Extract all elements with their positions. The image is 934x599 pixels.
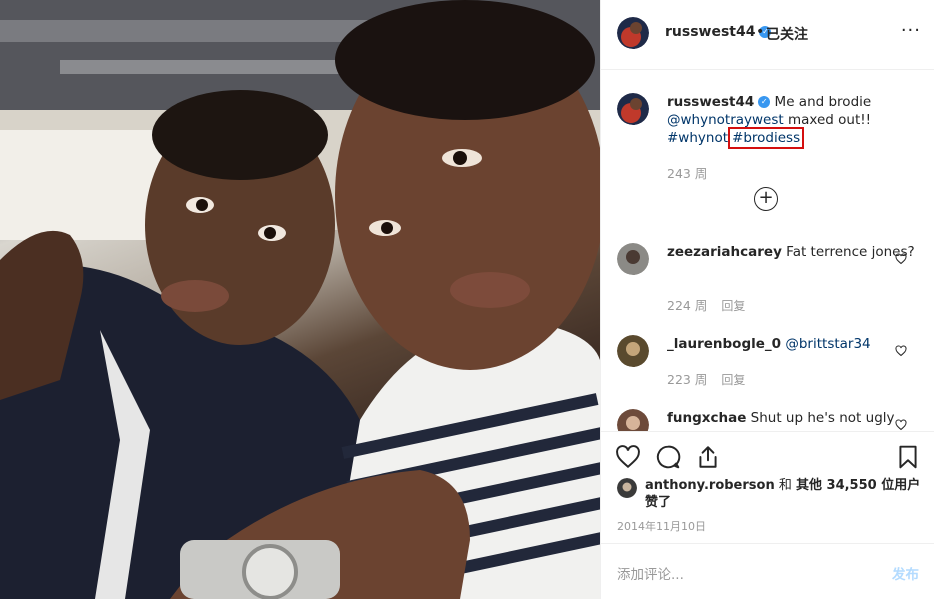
comment-1: zeezariahcarey Fat terrence jones? [667,243,917,261]
commenter-avatar[interactable] [617,243,649,275]
post-panel: russwest44 ✓ • 已关注 ··· russwest44 ✓ Me and… [600,0,934,599]
bookmark-icon[interactable] [895,444,921,470]
load-more-comments-button[interactable]: + [754,187,778,211]
comment-input[interactable]: 添加评论... [617,563,684,583]
separator-dot: • [756,24,765,40]
comments-area[interactable]: russwest44 ✓ Me and brodie @whynotraywest… [601,71,934,431]
comment-3: fungxchae Shut up he's not ugly [667,409,917,427]
comment-meta: 223 周回复 [667,369,745,388]
like-comment-heart-icon[interactable] [895,253,907,265]
caption-avatar[interactable] [617,93,649,125]
comment-username[interactable]: _laurenbogle_0 [667,336,781,352]
comment-meta: 224 周回复 [667,295,745,314]
caption-username[interactable]: russwest44 [667,94,754,110]
likes-summary: anthony.roberson 和 其他 34,550 位用户 赞了 [645,477,925,511]
caption: russwest44 ✓ Me and brodie @whynotraywest… [667,93,917,149]
commenter-avatar[interactable] [617,409,649,431]
post-header: russwest44 ✓ • 已关注 ··· [601,0,934,70]
comment-mention[interactable]: @brittstar34 [785,336,870,352]
reply-button[interactable]: 回复 [721,373,745,387]
comment-username[interactable]: zeezariahcarey [667,244,782,260]
selfie-image [0,0,600,599]
post-actions: anthony.roberson 和 其他 34,550 位用户 赞了 2014… [601,431,934,543]
avatar-image [617,478,637,498]
heart-icon[interactable] [615,444,641,470]
likes-others[interactable]: 其他 34,550 位用户 [796,478,920,493]
reply-button[interactable]: 回复 [721,299,745,313]
verified-icon: ✓ [758,96,771,108]
comment-text: Shut up he's not ugly [750,410,895,426]
hashtag-whynot[interactable]: #whynot [667,130,728,146]
more-icon[interactable]: ··· [901,20,921,41]
following-button[interactable]: 已关注 [766,24,808,44]
liker-username[interactable]: anthony.roberson [645,478,775,493]
hashtag-brodiess[interactable]: #brodiess [728,127,805,149]
avatar-image [617,335,649,367]
comment-icon[interactable] [655,444,681,470]
avatar-image [617,409,649,431]
comment-time: 224 周 [667,298,708,313]
avatar-image [617,93,649,125]
caption-time: 243 周 [667,166,708,181]
caption-mention[interactable]: @whynotraywest [667,112,784,128]
likes-liked: 赞了 [645,495,672,510]
avatar-image [617,17,649,49]
post-date: 2014年11月10日 [617,520,706,533]
caption-text: Me and brodie [774,94,872,110]
liker-avatar[interactable] [617,478,637,498]
like-comment-heart-icon[interactable] [895,419,907,431]
post-photo[interactable] [0,0,600,599]
likes-and: 和 [778,478,792,493]
commenter-avatar[interactable] [617,335,649,367]
add-comment-bar: 添加评论... 发布 [601,543,934,599]
share-icon[interactable] [695,444,721,470]
caption-text-2: maxed out!! [787,112,872,128]
comment-2: _laurenbogle_0 @brittstar34 [667,335,917,353]
post-comment-button[interactable]: 发布 [892,563,919,583]
comment-time: 223 周 [667,372,708,387]
like-comment-heart-icon[interactable] [895,345,907,357]
author-avatar[interactable] [617,17,649,49]
comment-username[interactable]: fungxchae [667,410,746,426]
avatar-image [617,243,649,275]
